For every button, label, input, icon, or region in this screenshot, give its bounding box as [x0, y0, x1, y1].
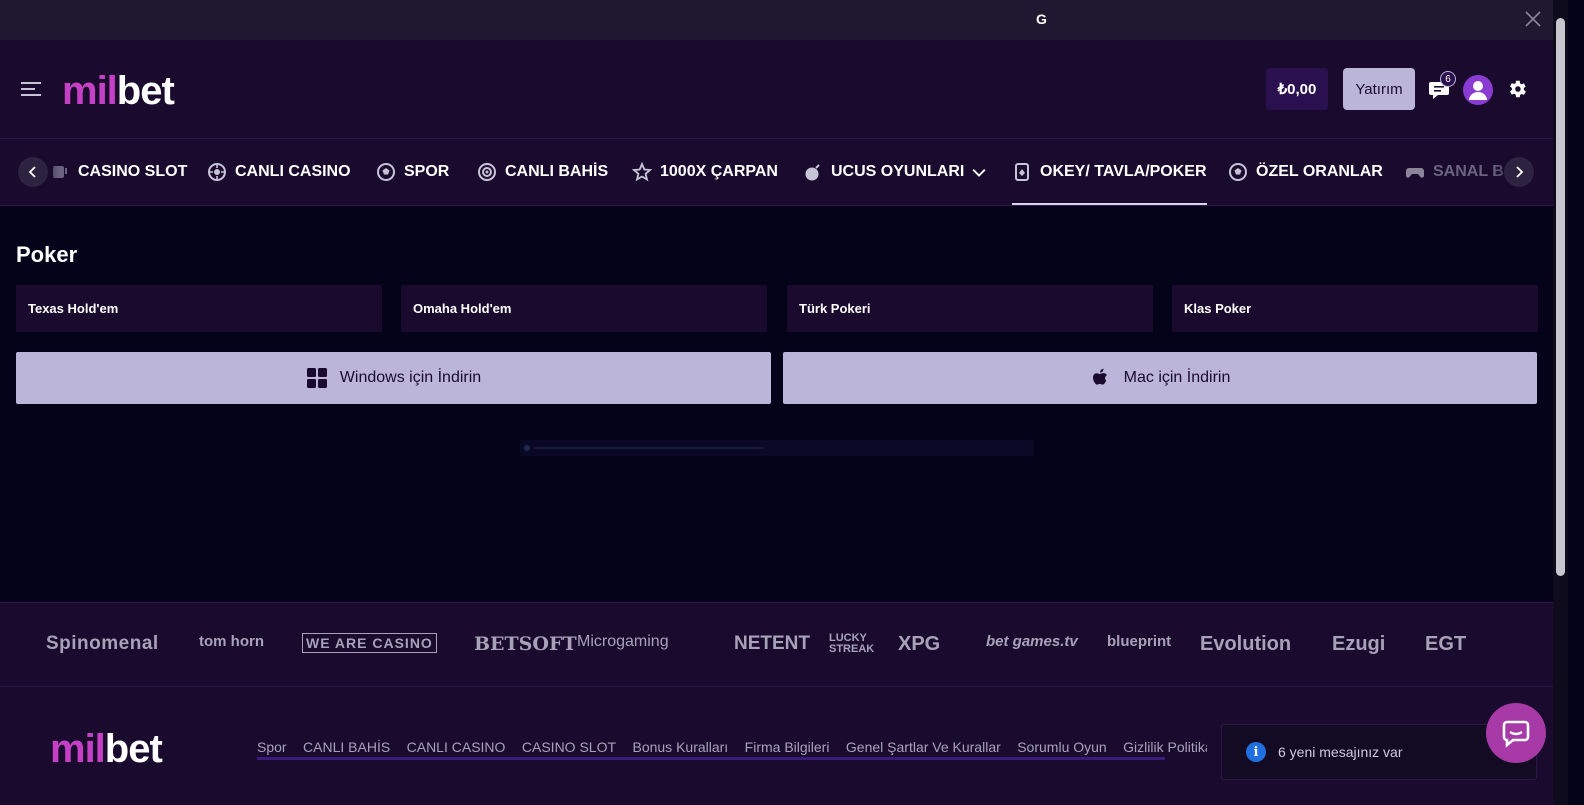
- logo-part-1: mil: [62, 69, 118, 113]
- loading-line: [534, 447, 764, 449]
- category-nav: CASINO SLOT CANLI CASINO SPOR CANLI BAHİ…: [0, 139, 1553, 206]
- nav-label: OKEY/ TAVLA/POKER: [1040, 163, 1207, 180]
- provider-logo[interactable]: bet games.tv: [986, 633, 1078, 650]
- info-icon: i: [1246, 742, 1266, 762]
- nav-item-ozel-oranlar[interactable]: ÖZEL ORANLAR: [1228, 159, 1383, 185]
- browser-top-bar: G: [0, 0, 1553, 40]
- live-chat-button[interactable]: [1486, 703, 1546, 763]
- footer-links-scrollbar[interactable]: [257, 757, 1165, 760]
- nav-label: CASINO SLOT: [78, 163, 188, 180]
- footer-link[interactable]: Firma Bilgileri: [745, 739, 830, 755]
- provider-logo[interactable]: blueprint: [1107, 633, 1171, 650]
- nav-prev-button[interactable]: [18, 157, 48, 187]
- provider-logo[interactable]: Spinomenal: [46, 633, 159, 655]
- footer-logo-part-1: mil: [50, 727, 106, 771]
- download-windows-button[interactable]: Windows için İndirin: [16, 352, 771, 404]
- nav-item-ucus-oyunlari[interactable]: UCUS OYUNLARI: [803, 159, 986, 185]
- provider-logo[interactable]: XPG: [898, 633, 940, 656]
- chevron-left-icon: [28, 166, 36, 178]
- soccer-ball-icon: [377, 163, 395, 181]
- poker-card-texas-holdem[interactable]: Texas Hold'em: [16, 285, 382, 332]
- nav-label: CANLI CASINO: [235, 163, 351, 180]
- provider-logo[interactable]: EGT: [1425, 633, 1466, 656]
- user-avatar-icon[interactable]: [1463, 75, 1493, 105]
- provider-logo[interactable]: Ezugi: [1332, 633, 1385, 656]
- live-icon: [478, 163, 496, 181]
- poker-card-omaha-holdem[interactable]: Omaha Hold'em: [401, 285, 767, 332]
- provider-logo[interactable]: WE ARE CASINO: [302, 633, 437, 653]
- download-windows-label: Windows için İndirin: [339, 369, 482, 386]
- messages-badge: 6: [1440, 71, 1456, 87]
- footer-link[interactable]: CANLI BAHİS: [303, 739, 390, 755]
- bomb-icon: [805, 164, 820, 181]
- footer-link[interactable]: Spor: [257, 739, 287, 755]
- windows-icon: [306, 368, 327, 388]
- deposit-button[interactable]: Yatırım: [1343, 68, 1415, 110]
- chevron-right-icon: [1516, 166, 1524, 178]
- logo-part-2: bet: [116, 69, 175, 113]
- footer-link[interactable]: CASINO SLOT: [522, 739, 616, 755]
- nav-item-okey-tavla-poker[interactable]: OKEY/ TAVLA/POKER: [1012, 159, 1207, 205]
- poker-card-klas-poker[interactable]: Klas Poker: [1172, 285, 1538, 332]
- nav-label: CANLI BAHİS: [505, 163, 609, 180]
- nav-label: 1000X ÇARPAN: [660, 163, 778, 180]
- roulette-icon: [208, 163, 226, 181]
- page-title: Poker: [16, 242, 78, 267]
- download-mac-button[interactable]: Mac için İndirin: [783, 352, 1537, 404]
- providers-strip: Spinomenal tom horn WE ARE CASINO BETSOF…: [0, 602, 1553, 687]
- footer-link[interactable]: Bonus Kuralları: [632, 739, 728, 755]
- nav-label: ÖZEL ORANLAR: [1256, 163, 1383, 180]
- close-icon[interactable]: [1522, 8, 1544, 30]
- loading-placeholder: [520, 440, 1034, 456]
- footer-logo-part-2: bet: [104, 727, 163, 771]
- soccer-ball-icon: [1229, 163, 1247, 181]
- settings-gear-icon[interactable]: [1506, 78, 1528, 100]
- site-header: milbet ₺0,00 Yatırım 6: [0, 40, 1553, 139]
- provider-logo[interactable]: BETSOFT: [474, 633, 577, 655]
- toast-message: 6 yeni mesajınız var: [1278, 744, 1403, 760]
- chat-bubble-icon: [1502, 720, 1530, 748]
- provider-logo[interactable]: LUCKY STREAK: [829, 633, 874, 655]
- nav-item-1000x-carpan[interactable]: 1000X ÇARPAN: [632, 159, 778, 185]
- footer-link[interactable]: Genel Şartlar Ve Kurallar: [846, 739, 1001, 755]
- footer-link[interactable]: CANLI CASINO: [407, 739, 506, 755]
- poker-card-turk-pokeri[interactable]: Türk Pokeri: [787, 285, 1153, 332]
- star-icon: [632, 162, 652, 182]
- scrollbar-thumb[interactable]: [1556, 18, 1565, 576]
- loading-dot: [524, 445, 530, 451]
- provider-logo[interactable]: Evolution: [1200, 633, 1291, 656]
- menu-icon[interactable]: [21, 82, 41, 96]
- nav-item-casino-slot[interactable]: CASINO SLOT: [50, 159, 187, 185]
- nav-item-canli-bahis[interactable]: CANLI BAHİS: [477, 159, 608, 185]
- footer-logo[interactable]: milbet: [50, 727, 163, 772]
- balance-display[interactable]: ₺0,00: [1266, 68, 1328, 110]
- chevron-down-icon: [972, 169, 986, 177]
- nav-next-button[interactable]: [1504, 157, 1534, 187]
- provider-logo[interactable]: Microgaming: [577, 633, 669, 651]
- site-logo[interactable]: milbet: [62, 69, 175, 114]
- provider-logo[interactable]: tom horn: [199, 633, 264, 650]
- provider-logo[interactable]: NETENT: [734, 633, 810, 655]
- nav-label: UCUS OYUNLARI: [831, 163, 965, 180]
- cards-icon: [1015, 163, 1029, 181]
- nav-item-spor[interactable]: SPOR: [376, 159, 449, 185]
- nav-item-canli-casino[interactable]: CANLI CASINO: [207, 159, 351, 185]
- footer-link[interactable]: Sorumlu Oyun: [1017, 739, 1106, 755]
- top-bar-label: G: [1036, 11, 1047, 27]
- gamepad-icon: [1406, 168, 1424, 178]
- nav-label: SPOR: [404, 163, 450, 180]
- footer-link[interactable]: Gizlilik Politikası: [1123, 739, 1207, 755]
- download-mac-label: Mac için İndirin: [1123, 369, 1231, 386]
- apple-icon: [1092, 368, 1107, 385]
- scrollbar[interactable]: [1553, 0, 1568, 805]
